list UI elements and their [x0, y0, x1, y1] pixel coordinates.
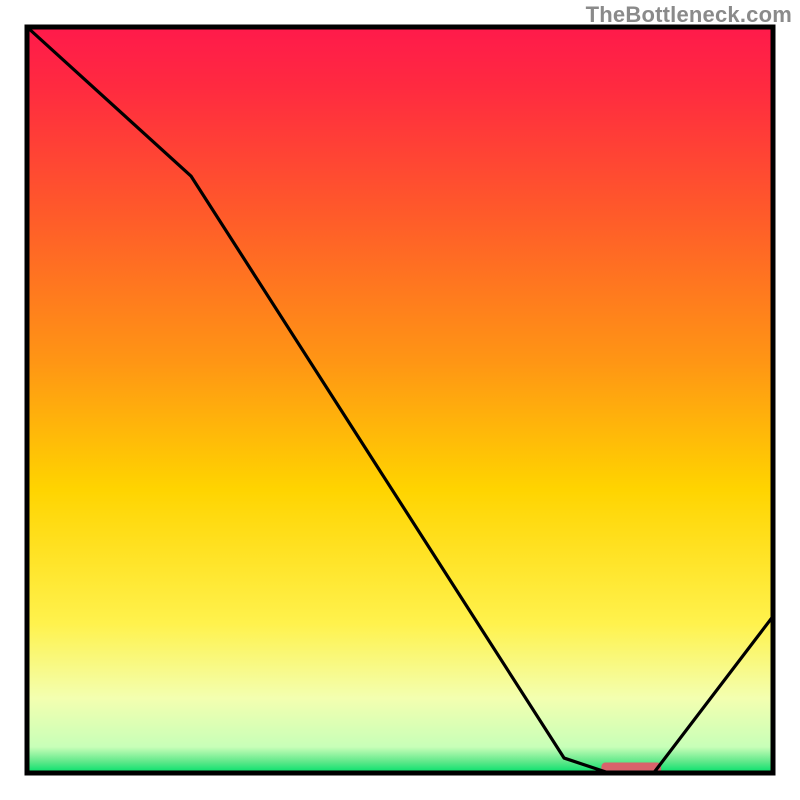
gradient-background [27, 27, 773, 773]
chart-container: TheBottleneck.com [0, 0, 800, 800]
bottleneck-chart [0, 0, 800, 800]
